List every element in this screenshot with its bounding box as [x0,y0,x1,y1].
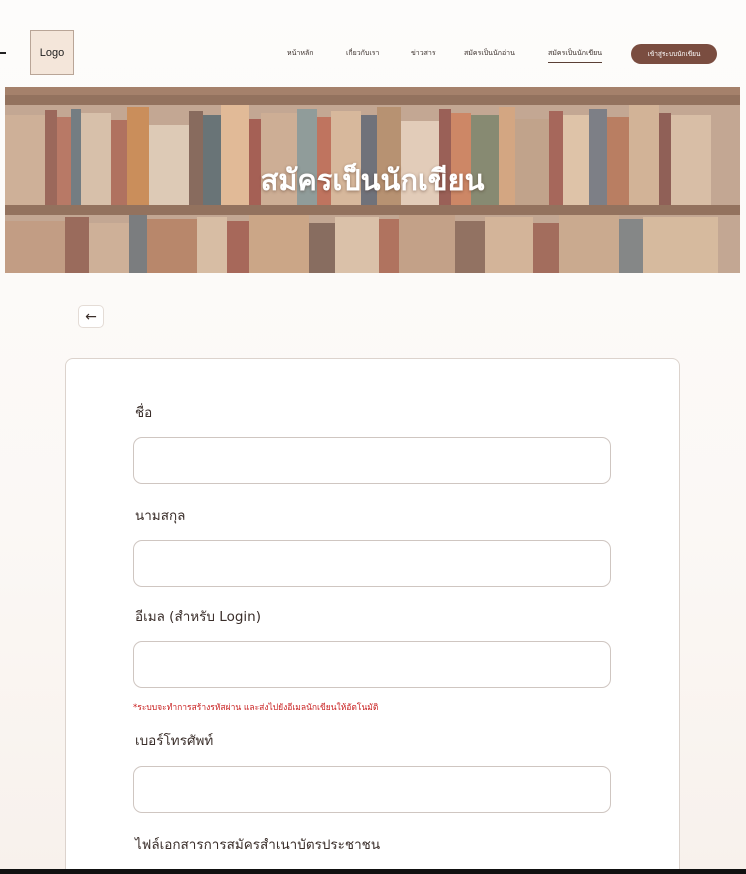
back-button[interactable]: ← [78,305,104,328]
nav-item-writer-signup[interactable]: สมัครเป็นนักเขียน [548,48,603,63]
id-card-file-label: ไฟล์เอกสารการสมัครสำเนาบัตรประชาชน [135,837,381,853]
nav-item-reader-signup[interactable]: สมัครเป็นนักอ่าน [464,48,515,59]
email-label: อีเมล (สำหรับ Login) [135,609,261,625]
phone-field[interactable] [133,766,611,813]
email-note: *ระบบจะทำการสร้างรหัสผ่าน และส่งไปยังอีเ… [133,703,379,713]
nav-item-news[interactable]: ข่าวสาร [411,48,436,59]
main-nav: หน้าหลัก เกี่ยวกับเรา ข่าวสาร สมัครเป็นน… [0,44,746,68]
last-name-field[interactable] [133,540,611,587]
hero-title: สมัครเป็นนักเขียน [260,163,485,197]
phone-label: เบอร์โทรศัพท์ [135,733,214,749]
hero-banner: สมัครเป็นนักเขียน [5,87,740,273]
first-name-label: ชื่อ [135,405,153,421]
writer-login-button[interactable]: เข้าสู่ระบบนักเขียน [631,44,717,64]
first-name-field[interactable] [133,437,611,484]
nav-item-home[interactable]: หน้าหลัก [287,48,313,59]
bottom-edge [0,869,746,874]
page: Logo หน้าหลัก เกี่ยวกับเรา ข่าวสาร สมัคร… [0,0,746,874]
email-field[interactable] [133,641,611,688]
nav-item-about[interactable]: เกี่ยวกับเรา [346,48,379,59]
back-arrow-icon: ← [85,308,97,325]
last-name-label: นามสกุล [135,508,186,524]
